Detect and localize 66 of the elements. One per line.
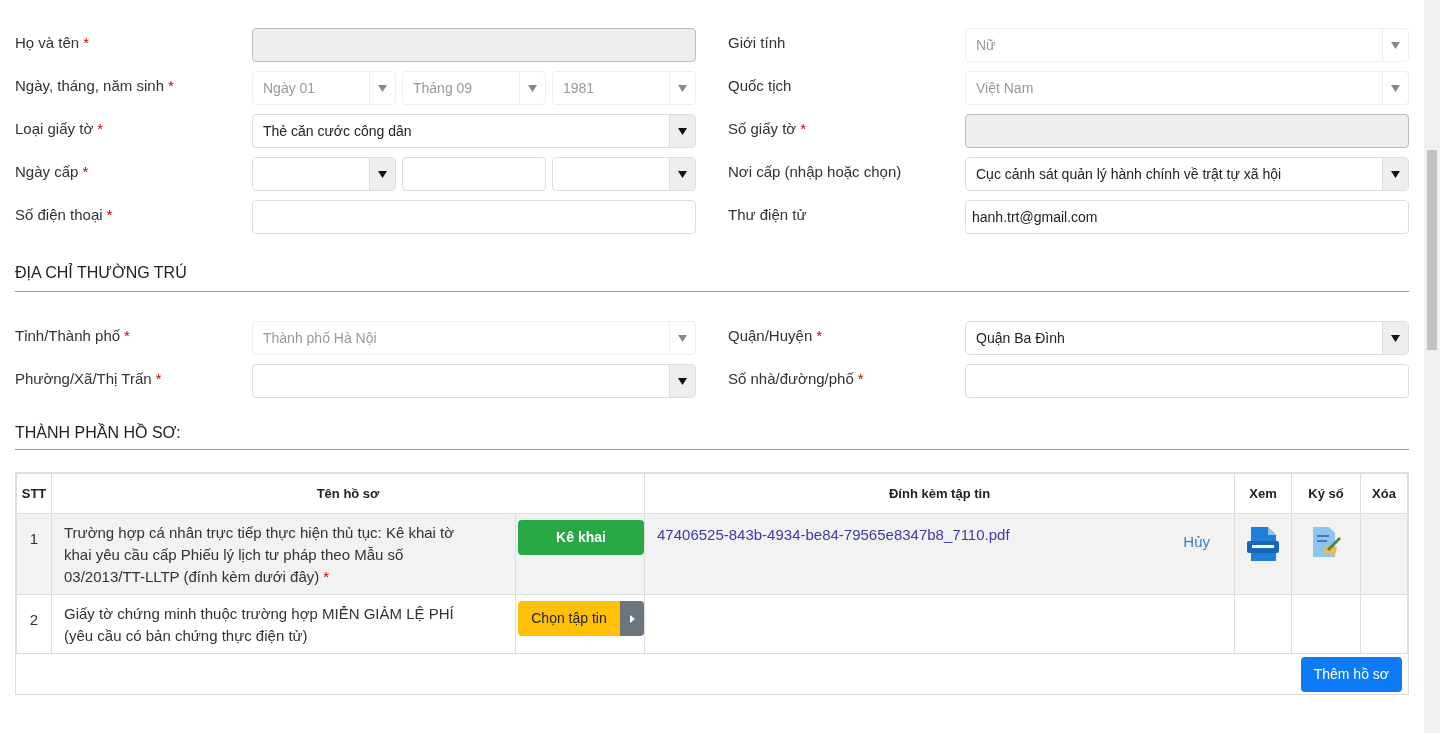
input-field[interactable]: hanh.trt@gmail.com bbox=[965, 200, 1409, 234]
select-value: Thẻ căn cước công dân bbox=[262, 121, 413, 141]
select-value: 1981 bbox=[562, 78, 596, 98]
select-field[interactable]: Quận Ba Đình bbox=[965, 321, 1409, 355]
column-header: Đính kèm tập tin bbox=[644, 473, 1235, 514]
select-value: Thành phố Hà Nội bbox=[262, 328, 378, 348]
choose-file-button[interactable]: Chọn tập tin bbox=[518, 601, 644, 636]
field-label: Ngày cấp * bbox=[15, 163, 89, 180]
document-pen-icon[interactable] bbox=[1311, 527, 1341, 557]
column-header: Ký số bbox=[1291, 473, 1361, 514]
select-field[interactable] bbox=[552, 157, 696, 191]
declare-button[interactable]: Kê khai bbox=[518, 520, 644, 555]
table-cell: 2 bbox=[16, 594, 52, 654]
caret-icon bbox=[678, 84, 687, 92]
select-field[interactable]: Thẻ căn cước công dân bbox=[252, 114, 696, 148]
scrollbar[interactable] bbox=[1424, 0, 1440, 733]
document-name: Giấy tờ chứng minh thuộc trường hợp MIỄN GIẢM LỆ PHÍ (yêu cầu có bản chứng thực điện tử) bbox=[64, 604, 455, 646]
caret-icon bbox=[678, 377, 687, 385]
column-header: Xóa bbox=[1360, 473, 1408, 514]
cancel-link[interactable]: Hủy bbox=[1183, 531, 1210, 554]
input-field[interactable] bbox=[252, 200, 696, 234]
select-value: Nữ bbox=[975, 35, 997, 55]
caret-icon bbox=[1391, 41, 1400, 49]
section-heading: ĐỊA CHỈ THƯỜNG TRÚ bbox=[15, 264, 187, 281]
caret-icon bbox=[528, 84, 537, 92]
field-label: Giới tính bbox=[728, 34, 786, 51]
column-header: STT bbox=[16, 473, 52, 514]
select-field[interactable] bbox=[252, 157, 396, 191]
caret-icon bbox=[678, 334, 687, 342]
table-cell: 1 bbox=[16, 513, 52, 595]
select-value: Ngày 01 bbox=[262, 78, 317, 98]
field-label: Phường/Xã/Thị Trấn * bbox=[15, 370, 162, 387]
select-field[interactable]: Cục cảnh sát quản lý hành chính về trật tự xã hội bbox=[965, 157, 1409, 191]
field-label: Tỉnh/Thành phố * bbox=[15, 327, 130, 344]
section-heading: THÀNH PHẦN HỒ SƠ: bbox=[15, 424, 181, 441]
field-label: Quốc tịch bbox=[728, 77, 792, 94]
column-header: Tên hồ sơ bbox=[51, 473, 645, 514]
field-label: Họ và tên * bbox=[15, 34, 90, 51]
field-label: Nơi cấp (nhập hoặc chọn) bbox=[728, 163, 902, 180]
field-label: Ngày, tháng, năm sinh * bbox=[15, 77, 174, 94]
add-document-button[interactable]: Thêm hồ sơ bbox=[1300, 656, 1402, 692]
field-label: Số giấy tờ * bbox=[728, 120, 807, 137]
field-label: Số nhà/đường/phố * bbox=[728, 370, 864, 387]
select-value: Việt Nam bbox=[975, 78, 1035, 98]
column-header: Xem bbox=[1234, 473, 1292, 514]
field-label: Số điện thoại * bbox=[15, 206, 113, 223]
select-value: Tháng 09 bbox=[412, 78, 474, 98]
document-name: Trường hợp cá nhân trực tiếp thực hiện thủ tục: Kê khai tờ khai yêu cầu cấp Phiếu lý lịch tư pháp theo Mẫu số 03/2013/TT-LLTP (đính kèm dưới đây) * bbox=[64, 523, 456, 587]
caret-icon bbox=[678, 127, 687, 135]
caret-icon bbox=[378, 170, 387, 178]
caret-icon bbox=[378, 84, 387, 92]
caret-icon bbox=[1391, 334, 1400, 342]
select-field[interactable] bbox=[252, 364, 696, 398]
select-value: Quận Ba Đình bbox=[975, 328, 1066, 348]
file-link[interactable]: 47406525-843b-4934-be84-79565e8347b8_7110.pdf bbox=[657, 524, 1010, 554]
input-field[interactable] bbox=[402, 157, 546, 191]
field-label: Quận/Huyện * bbox=[728, 327, 823, 344]
caret-icon bbox=[1391, 170, 1400, 178]
input-field[interactable] bbox=[965, 364, 1409, 398]
caret-right-icon bbox=[629, 614, 635, 623]
caret-icon bbox=[1391, 84, 1400, 92]
caret-icon bbox=[678, 170, 687, 178]
field-label: Loại giấy tờ * bbox=[15, 120, 104, 137]
pdf-file-icon[interactable] bbox=[1247, 527, 1279, 561]
select-value: Cục cảnh sát quản lý hành chính về trật tự xã hội bbox=[975, 164, 1283, 184]
field-label: Thư điện tử bbox=[728, 206, 807, 223]
